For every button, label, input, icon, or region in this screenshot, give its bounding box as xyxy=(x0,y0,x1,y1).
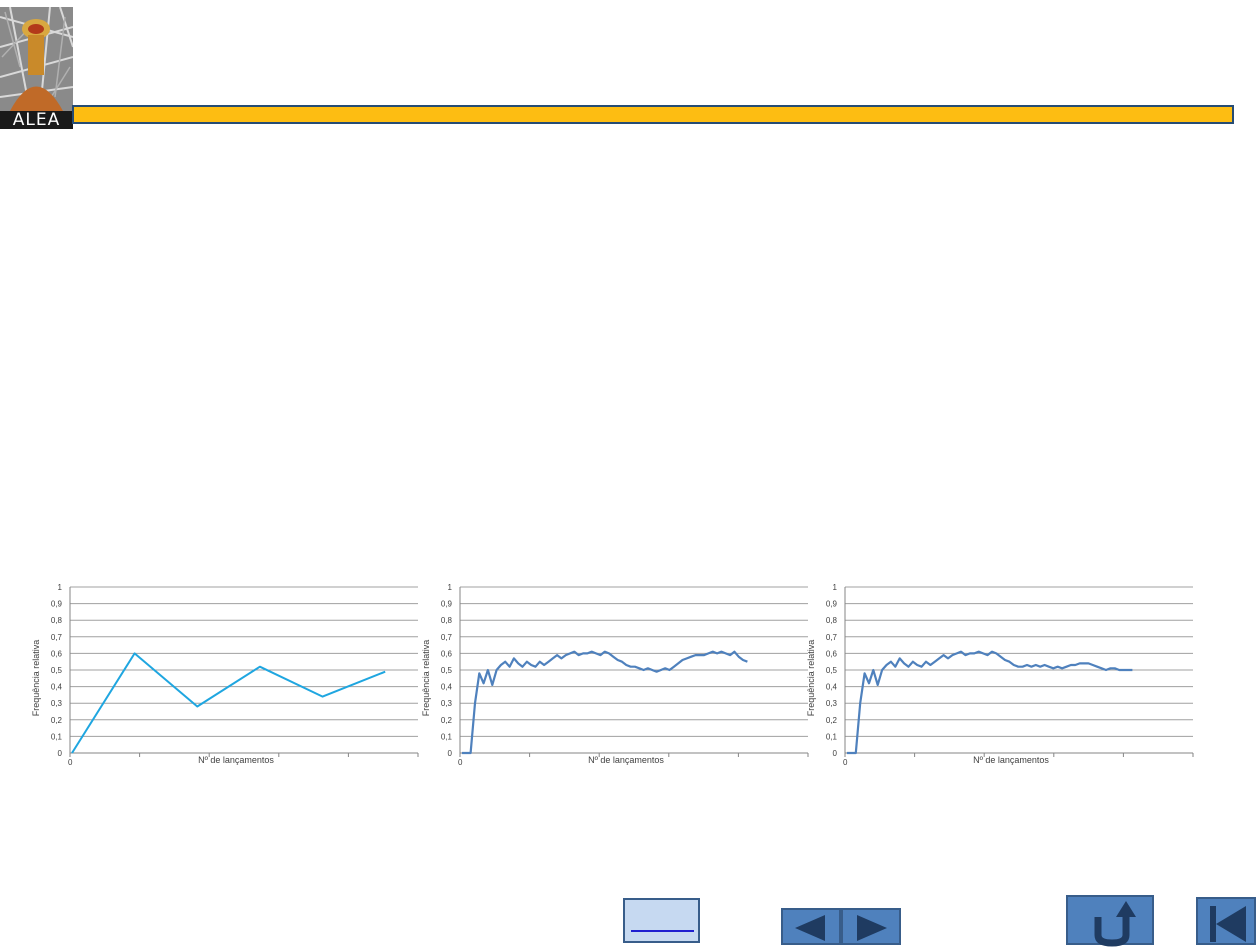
x-axis-title: Nº de lançamentos xyxy=(973,755,1049,765)
x-tick-label: 0 xyxy=(458,758,463,767)
y-tick-label: 0,1 xyxy=(826,732,838,741)
chart-svg: 0 0,1 0,2 0,3 0,4 0,5 0,6 0,7 0,8 0,9 1 0 Nº de lanç… xyxy=(421,583,809,767)
previous-button[interactable] xyxy=(781,908,841,945)
y-tick-label: 1 xyxy=(448,583,453,592)
y-tick-label: 0,3 xyxy=(441,699,453,708)
blank-link-button[interactable] xyxy=(623,898,700,943)
chart-2: 0 0,1 0,2 0,3 0,4 0,5 0,6 0,7 0,8 0,9 1 0 Nº de lanç… xyxy=(420,580,810,770)
y-tick-label: 0,5 xyxy=(441,666,453,675)
y-tick-label: 0,5 xyxy=(826,666,838,675)
y-tick-label: 0,2 xyxy=(826,716,838,725)
y-tick-label: 0,3 xyxy=(826,699,838,708)
logo-text: ALEA xyxy=(0,111,73,129)
y-tick-label: 0 xyxy=(833,749,838,758)
y-tick-label: 0,8 xyxy=(826,616,838,625)
y-tick-label: 0,8 xyxy=(51,616,63,625)
y-tick-label: 0,8 xyxy=(441,616,453,625)
y-tick-label: 0,2 xyxy=(441,716,453,725)
y-tick-label: 0,9 xyxy=(441,600,453,609)
y-tick-label: 0,2 xyxy=(51,716,63,725)
alea-logo: ALEA xyxy=(0,7,73,129)
y-tick-label: 0,6 xyxy=(51,649,63,658)
triangle-left-icon xyxy=(795,915,825,941)
y-tick-label: 1 xyxy=(833,583,838,592)
y-tick-label: 0,9 xyxy=(826,600,838,609)
series-line xyxy=(462,650,748,755)
y-axis-title: Frequência relativa xyxy=(31,640,41,717)
triangle-right-icon xyxy=(857,915,887,941)
y-tick-label: 1 xyxy=(58,583,63,592)
u-turn-arrow-icon xyxy=(1094,901,1136,947)
y-tick-label: 0,7 xyxy=(51,633,63,642)
chart-svg: 0 0,1 0,2 0,3 0,4 0,5 0,6 0,7 0,8 0,9 1 0 Nº de lanç… xyxy=(806,583,1194,767)
y-tick-label: 0,7 xyxy=(826,633,838,642)
y-tick-label: 0,5 xyxy=(51,666,63,675)
series-line xyxy=(847,650,1133,755)
y-axis-title: Frequência relativa xyxy=(421,640,431,717)
y-tick-label: 0 xyxy=(448,749,453,758)
chart-svg: 0 0,1 0,2 0,3 0,4 0,5 0,6 0,7 0,8 0,9 1 0 Nº de lanç… xyxy=(31,583,419,767)
y-tick-label: 0,4 xyxy=(51,683,63,692)
x-tick-label: 0 xyxy=(68,758,73,767)
y-tick-label: 0 xyxy=(58,749,63,758)
y-tick-label: 0,4 xyxy=(441,683,453,692)
y-tick-label: 0,6 xyxy=(826,649,838,658)
y-tick-label: 0,3 xyxy=(51,699,63,708)
y-tick-label: 0,9 xyxy=(51,600,63,609)
link-underline xyxy=(631,930,694,932)
y-tick-label: 0,7 xyxy=(441,633,453,642)
y-axis-title: Frequência relativa xyxy=(806,640,816,717)
x-tick-label: 0 xyxy=(843,758,848,767)
y-tick-label: 0,1 xyxy=(51,732,63,741)
chart-1: 0 0,1 0,2 0,3 0,4 0,5 0,6 0,7 0,8 0,9 1 0 Nº de lanç… xyxy=(30,580,420,770)
skip-to-start-icon xyxy=(1210,906,1246,942)
x-axis-title: Nº de lançamentos xyxy=(198,755,274,765)
first-slide-button[interactable] xyxy=(1196,897,1256,945)
y-tick-label: 0,1 xyxy=(441,732,453,741)
y-tick-label: 0,4 xyxy=(826,683,838,692)
y-tick-label: 0,6 xyxy=(441,649,453,658)
x-axis-title: Nº de lançamentos xyxy=(588,755,664,765)
next-button[interactable] xyxy=(841,908,901,945)
return-button[interactable] xyxy=(1066,895,1154,947)
header-bar xyxy=(72,105,1234,124)
chart-3: 0 0,1 0,2 0,3 0,4 0,5 0,6 0,7 0,8 0,9 1 0 Nº de lanç… xyxy=(805,580,1195,770)
